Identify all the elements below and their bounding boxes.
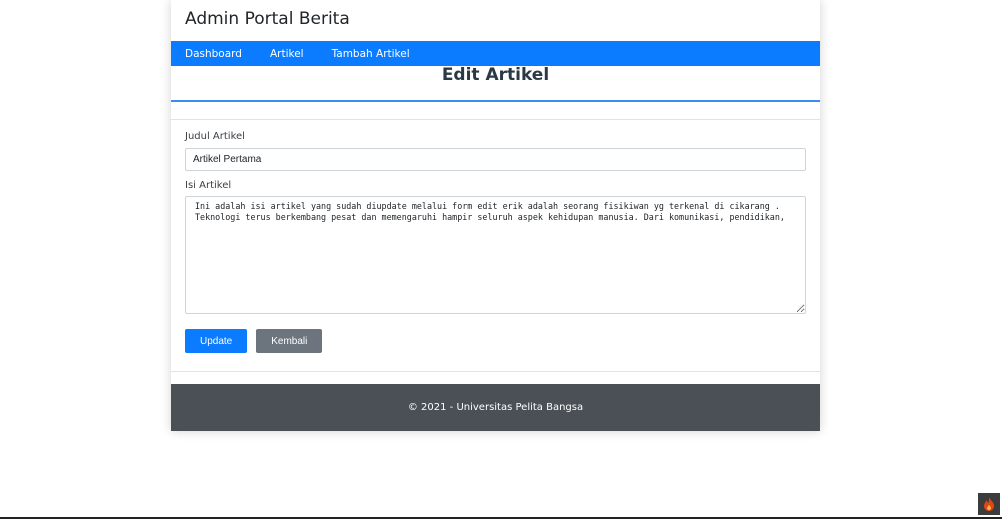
title-section: Edit Artikel xyxy=(171,65,820,102)
kembali-button[interactable]: Kembali xyxy=(256,329,323,353)
edit-article-form: Judul Artikel Isi Artikel Ini adalah isi… xyxy=(185,131,806,353)
site-header: Admin Portal Berita xyxy=(171,0,820,41)
isi-artikel-textarea[interactable]: Ini adalah isi artikel yang sudah diupda… xyxy=(185,196,806,314)
nav-link-dashboard[interactable]: Dashboard xyxy=(185,48,242,60)
isi-artikel-label: Isi Artikel xyxy=(185,180,232,191)
update-button[interactable]: Update xyxy=(185,329,248,353)
page: Admin Portal Berita Dashboard Artikel Ta… xyxy=(0,0,1002,519)
flame-icon xyxy=(984,497,994,511)
main-container: Admin Portal Berita Dashboard Artikel Ta… xyxy=(171,0,820,431)
site-footer: © 2021 - Universitas Pelita Bangsa xyxy=(171,384,820,431)
edit-form-card: Judul Artikel Isi Artikel Ini adalah isi… xyxy=(171,119,820,372)
judul-artikel-input[interactable] xyxy=(185,148,806,171)
debug-toolbar-toggle[interactable] xyxy=(978,493,1000,515)
nav-link-artikel[interactable]: Artikel xyxy=(270,48,304,60)
nav-link-tambah-artikel[interactable]: Tambah Artikel xyxy=(332,48,410,60)
page-title: Edit Artikel xyxy=(441,65,550,85)
main-navbar: Dashboard Artikel Tambah Artikel xyxy=(171,41,820,66)
judul-artikel-label: Judul Artikel xyxy=(185,131,245,142)
footer-text: © 2021 - Universitas Pelita Bangsa xyxy=(407,402,584,413)
form-actions: Update Kembali xyxy=(185,329,806,353)
site-title: Admin Portal Berita xyxy=(185,9,350,29)
